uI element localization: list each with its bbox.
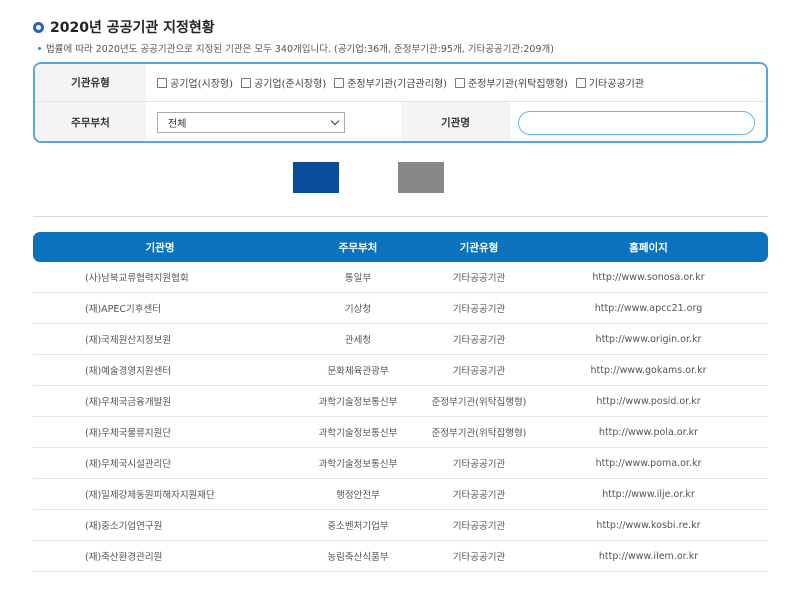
cell-homepage-link[interactable]: http://www.origin.or.kr [529,334,768,345]
type-checkbox-group: 공기업(시장형) 공기업(준시장형) 준정부기관(기금관리형) 준정부기관(위탁… [146,64,766,101]
table-row: (사)남북교류협력지원협회 통일부 기타공공기관 http://www.sonosa.… [33,262,768,293]
cell-type: 기타공공기관 [452,552,506,563]
table-body: (사)남북교류협력지원협회 통일부 기타공공기관 http://www.sonosa.… [33,262,768,572]
cell-ministry: 문화체육관광부 [327,366,389,377]
type-checkbox-consigned[interactable]: 준정부기관(위탁집행형) [455,75,568,90]
reset-button[interactable] [398,162,444,193]
institution-table: 기관명 주무부처 기관유형 홈페이지 (사)남북교류협력지원협회 통일부 기타공공기… [33,232,768,572]
search-row-ministry-name: 주무부처 전체 기관명 [35,102,766,141]
cell-ministry: 관세청 [344,335,372,346]
cell-name[interactable]: (재)국제원산지정보원 [33,332,287,346]
table-row: (재)축산환경관리원 농림축산식품부 기타공공기관 http://www.ilem.o… [33,541,768,572]
header-ministry: 주무부처 [338,241,378,254]
search-row-type: 기관유형 공기업(시장형) 공기업(준시장형) 준정부기관(기금관리형) 준정부… [35,64,766,102]
header-type: 기관유형 [459,241,499,254]
type-checkbox-quasi-market[interactable]: 공기업(준시장형) [241,75,326,90]
cell-homepage-link[interactable]: http://www.gokams.or.kr [529,365,768,376]
cell-ministry: 농림축산식품부 [327,552,389,563]
page-title-text: 2020년 공공기관 지정현황 [50,20,215,36]
checkbox-icon[interactable] [575,77,586,88]
divider [33,216,768,217]
cell-ministry: 과학기술정보통신부 [318,428,398,439]
cell-ministry: 중소벤처기업부 [327,521,389,532]
cell-type: 기타공공기관 [452,304,506,315]
table-row: (재)우체국시설관리단 과학기술정보통신부 기타공공기관 http://www.pom… [33,448,768,479]
table-row: (재)일제강제동원피해자지원재단 행정안전부 기타공공기관 http://www.il… [33,479,768,510]
cell-homepage-link[interactable]: http://www.pola.or.kr [529,427,768,438]
checkbox-icon[interactable] [157,77,167,88]
circle-bullet-icon [33,21,44,33]
cell-type: 기타공공기관 [452,273,506,284]
table-row: (재)예술경영지원센터 문화체육관광부 기타공공기관 http://www.gokam… [33,355,768,386]
cell-ministry: 기상청 [344,304,372,315]
cell-ministry: 과학기술정보통신부 [318,397,398,408]
header-homepage: 홈페이지 [629,241,668,254]
cell-homepage-link[interactable]: http://www.ilje.or.kr [529,489,768,500]
cell-name[interactable]: (재)일제강제동원피해자지원재단 [33,487,287,501]
cell-ministry: 과학기술정보통신부 [318,459,398,470]
cell-name[interactable]: (재)우체국시설관리단 [33,456,287,470]
cell-type: 준정부기관(위탁집행형) [431,397,527,408]
cell-type: 기타공공기관 [452,521,506,532]
cell-type: 기타공공기관 [452,335,506,346]
type-checkbox-fund[interactable]: 준정부기관(기금관리형) [334,75,447,90]
table-row: (재)우체국물류지원단 과학기술정보통신부 준정부기관(위탁집행형) http://w… [33,417,768,448]
table-row: (재)중소기업연구원 중소벤처기업부 기타공공기관 http://www.kosbi.… [33,510,768,541]
type-checkbox-market[interactable]: 공기업(시장형) [157,75,233,90]
cell-type: 기타공공기관 [452,366,506,377]
table-row: (재)APEC기후센터 기상청 기타공공기관 http://www.apcc21.or… [33,293,768,324]
table-header: 기관명 주무부처 기관유형 홈페이지 [33,232,768,262]
ministry-label: 주무부처 [35,102,146,141]
cell-name[interactable]: (재)우체국물류지원단 [33,425,287,439]
page-description: 법률에 따라 2020년도 공공기관으로 지정된 기관은 모두 340개입니다.… [38,41,554,55]
search-button[interactable] [293,162,339,193]
checkbox-icon[interactable] [241,77,252,88]
cell-homepage-link[interactable]: http://www.sonosa.or.kr [529,272,768,283]
cell-homepage-link[interactable]: http://www.apcc21.org [529,303,768,314]
name-input[interactable] [518,110,755,135]
cell-homepage-link[interactable]: http://www.poma.or.kr [529,458,768,469]
cell-name[interactable]: (재)우체국금융개발원 [33,394,287,408]
cell-ministry: 행정안전부 [336,490,380,501]
ministry-select[interactable]: 전체 [157,112,345,133]
page-title: 2020년 공공기관 지정현황 [33,16,215,38]
dot-bullet-icon [38,46,41,50]
search-form: 기관유형 공기업(시장형) 공기업(준시장형) 준정부기관(기금관리형) 준정부… [33,62,768,143]
cell-homepage-link[interactable]: http://www.ilem.or.kr [529,551,768,562]
cell-homepage-link[interactable]: http://www.kosbi.re.kr [529,520,768,531]
header-name: 기관명 [145,241,175,254]
table-row: (재)우체국금융개발원 과학기술정보통신부 준정부기관(위탁집행형) http://w… [33,386,768,417]
chevron-down-icon [330,116,340,126]
cell-ministry: 통일부 [344,273,372,284]
name-label: 기관명 [401,102,510,141]
cell-name[interactable]: (재)중소기업연구원 [33,518,287,532]
table-row: (재)국제원산지정보원 관세청 기타공공기관 http://www.origin.or… [33,324,768,355]
type-label: 기관유형 [35,64,146,101]
cell-name[interactable]: (사)남북교류협력지원협회 [33,270,287,284]
cell-type: 준정부기관(위탁집행형) [431,428,527,439]
ministry-selected-value: 전체 [168,119,187,130]
cell-type: 기타공공기관 [452,459,506,470]
type-checkbox-other[interactable]: 기타공공기관 [575,75,644,90]
cell-name[interactable]: (재)APEC기후센터 [33,301,287,315]
cell-name[interactable]: (재)축산환경관리원 [33,549,287,563]
checkbox-icon[interactable] [334,77,345,88]
cell-homepage-link[interactable]: http://www.posid.or.kr [529,396,768,407]
cell-type: 기타공공기관 [452,490,506,501]
page-description-text: 법률에 따라 2020년도 공공기관으로 지정된 기관은 모두 340개입니다.… [46,44,554,55]
cell-name[interactable]: (재)예술경영지원센터 [33,363,287,377]
checkbox-icon[interactable] [455,77,466,88]
